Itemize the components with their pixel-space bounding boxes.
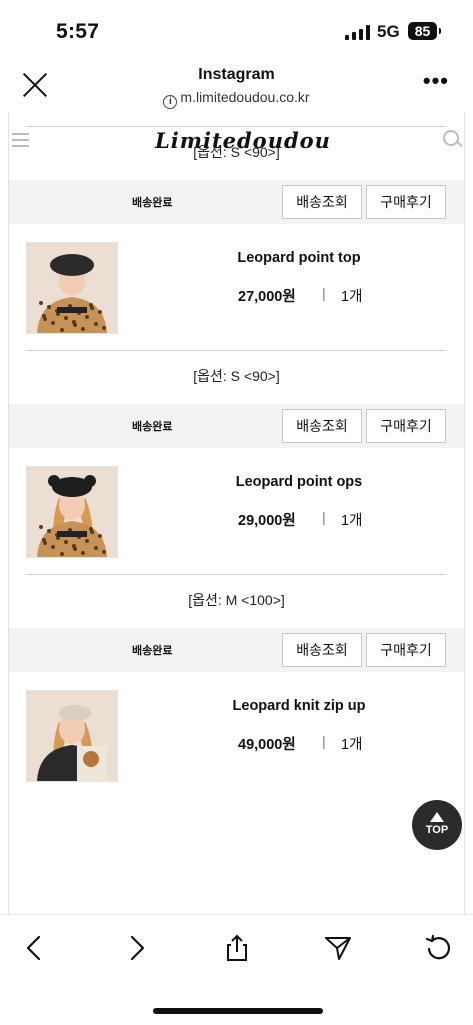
battery-icon: 85 — [408, 22, 441, 40]
arrow-up-icon — [430, 812, 444, 822]
browser-toolbar — [0, 914, 473, 1025]
network-label: 5G — [377, 22, 400, 41]
product-thumbnail[interactable] — [26, 690, 118, 782]
divider: | — [322, 733, 326, 749]
divider: | — [322, 285, 326, 301]
web-content[interactable]: Leopard knit zip up 49,000원 | 1개 [옵션: S … — [0, 112, 473, 914]
product-thumbnail[interactable] — [26, 242, 118, 334]
product-price: 27,000원 — [238, 289, 296, 305]
product-quantity: 1개 — [341, 289, 363, 305]
more-options-icon[interactable]: ••• — [423, 68, 449, 94]
order-item: Leopard point top 27,000원 | 1개 [옵션: S <9… — [9, 224, 464, 448]
back-icon[interactable] — [20, 933, 50, 963]
product-name[interactable]: Leopard point top — [149, 250, 449, 266]
order-item: Leopard point ops 29,000원 | 1개 [옵션: M <1… — [9, 448, 464, 672]
reload-icon[interactable] — [424, 933, 454, 963]
product-thumbnail[interactable] — [26, 466, 118, 558]
status-time: 5:57 — [56, 20, 100, 43]
divider: | — [322, 509, 326, 525]
info-icon: i — [163, 95, 178, 109]
delivery-status: 배송완료 — [132, 197, 173, 209]
delivery-status: 배송완료 — [132, 421, 173, 433]
product-quantity: 1개 — [341, 513, 363, 529]
home-indicator — [153, 1008, 323, 1014]
site-header: Limitedoudou — [0, 112, 473, 156]
product-price: 49,000원 — [238, 737, 296, 753]
product-quantity: 1개 — [341, 737, 363, 753]
product-name[interactable]: Leopard point ops — [149, 474, 449, 490]
menu-icon[interactable] — [12, 133, 29, 151]
track-delivery-button[interactable]: 배송조회 — [282, 185, 362, 219]
write-review-button[interactable]: 구매후기 — [366, 633, 446, 667]
search-icon[interactable] — [443, 130, 459, 146]
forward-icon[interactable] — [121, 933, 151, 963]
product-price: 29,000원 — [238, 513, 296, 529]
scroll-top-button[interactable]: TOP — [412, 800, 462, 850]
order-list: Leopard knit zip up 49,000원 | 1개 [옵션: S … — [8, 112, 465, 914]
site-logo[interactable]: Limitedoudou — [155, 128, 331, 153]
divider-line — [26, 574, 446, 575]
share-icon[interactable] — [222, 933, 252, 963]
divider-line — [26, 350, 446, 351]
browser-header: Instagram i m.limitedoudou.co.kr ••• — [0, 62, 473, 112]
delivery-status-bar: 배송완료 배송조회 구매후기 — [9, 404, 464, 448]
product-option: [옵션: S <90>] — [193, 368, 280, 384]
product-name[interactable]: Leopard knit zip up — [149, 698, 449, 714]
browser-url[interactable]: i m.limitedoudou.co.kr — [0, 89, 473, 109]
delivery-status-bar: 배송완료 배송조회 구매후기 — [9, 628, 464, 672]
url-text: m.limitedoudou.co.kr — [180, 89, 310, 105]
browser-title: Instagram — [198, 66, 275, 83]
write-review-button[interactable]: 구매후기 — [366, 185, 446, 219]
write-review-button[interactable]: 구매후기 — [366, 409, 446, 443]
track-delivery-button[interactable]: 배송조회 — [282, 409, 362, 443]
product-option: [옵션: M <100>] — [188, 592, 285, 608]
send-icon[interactable] — [323, 933, 353, 963]
order-item: Leopard knit zip up 49,000원 | 1개 — [9, 672, 464, 896]
status-bar: 5:57 5G 85 — [0, 0, 473, 62]
signal-icon — [345, 25, 371, 40]
delivery-status: 배송완료 — [132, 645, 173, 657]
delivery-status-bar: 배송완료 배송조회 구매후기 — [9, 180, 464, 224]
track-delivery-button[interactable]: 배송조회 — [282, 633, 362, 667]
